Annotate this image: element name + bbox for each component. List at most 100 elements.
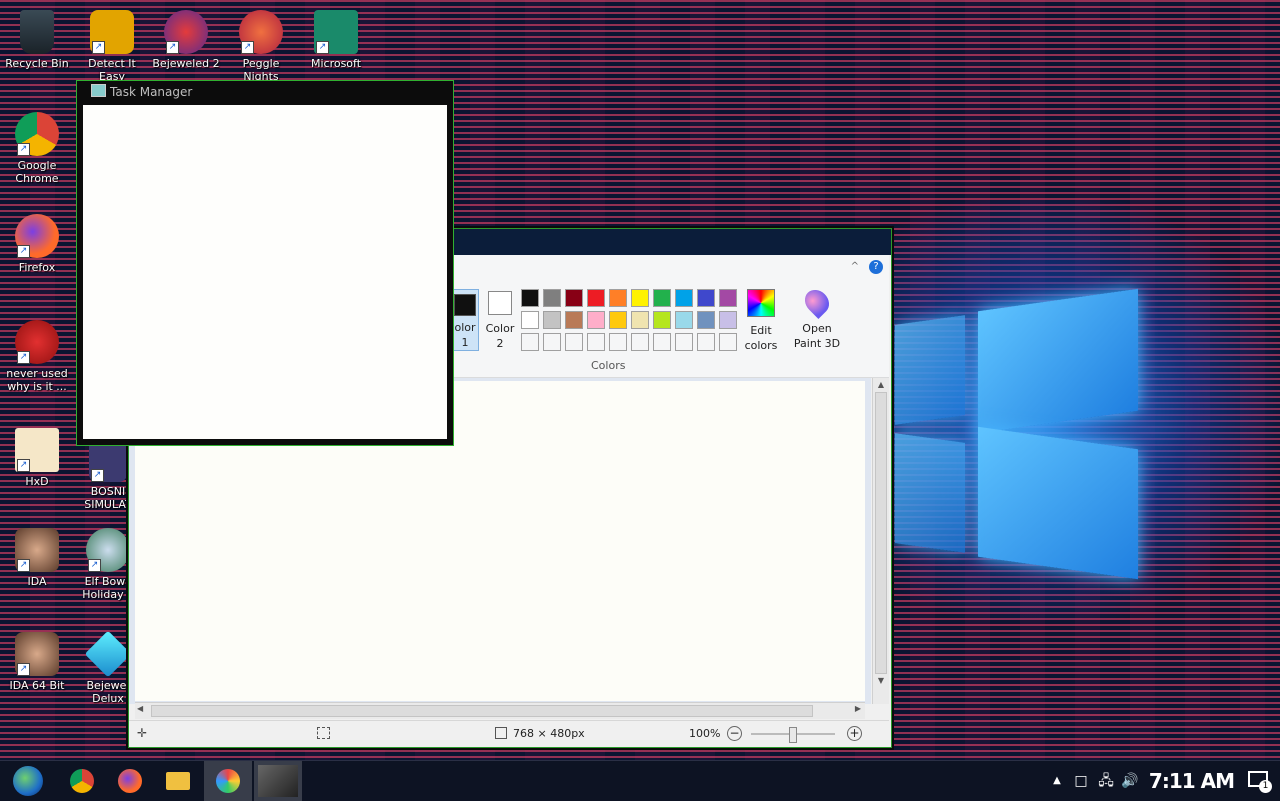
palette-swatch[interactable] xyxy=(543,311,561,329)
folder-icon xyxy=(166,772,190,790)
taskbar-chrome[interactable] xyxy=(58,761,106,801)
scroll-up-arrow-icon[interactable]: ▲ xyxy=(873,378,889,392)
taskbar-firefox[interactable] xyxy=(106,761,154,801)
taskbar-clock[interactable]: 7:11 AM xyxy=(1149,761,1235,801)
shortcut-arrow-icon: ↗ xyxy=(316,41,329,54)
palette-swatch[interactable] xyxy=(675,333,693,351)
taskbar-file-explorer[interactable] xyxy=(154,761,202,801)
palette-swatch[interactable] xyxy=(521,289,539,307)
palette-swatch[interactable] xyxy=(719,333,737,351)
palette-swatch[interactable] xyxy=(697,333,715,351)
palette-swatch[interactable] xyxy=(609,333,627,351)
horizontal-scroll-thumb[interactable] xyxy=(151,705,813,717)
desktop-icon-label: Google Chrome xyxy=(15,159,59,185)
desktop-icon-firefox[interactable]: ↗ Firefox xyxy=(3,214,71,274)
network-icon[interactable]: 🖧 xyxy=(1096,761,1116,801)
color1-button[interactable]: olor 1 xyxy=(451,289,479,351)
firefox-icon: ↗ xyxy=(15,214,59,258)
desktop-icon-ida[interactable]: ↗ IDA xyxy=(3,528,71,588)
task-manager-window[interactable]: Task Manager xyxy=(76,80,454,446)
desktop-icon-label: HxD xyxy=(25,475,49,488)
peggle-nights-icon: ↗ xyxy=(239,10,283,54)
zoom-slider-thumb[interactable] xyxy=(789,727,797,743)
taskbar-task-manager[interactable] xyxy=(254,761,302,801)
color2-button[interactable]: Color 2 xyxy=(481,289,519,359)
desktop-icon-microsoft[interactable]: ↗ Microsoft xyxy=(302,10,370,70)
shortcut-arrow-icon: ↗ xyxy=(17,663,30,676)
horizontal-scrollbar[interactable]: ◀ ▶ xyxy=(135,702,865,719)
palette-swatch[interactable] xyxy=(653,311,671,329)
bejeweled-2-icon: ↗ xyxy=(164,10,208,54)
zoom-out-icon[interactable]: − xyxy=(727,726,742,741)
palette-swatch[interactable] xyxy=(543,289,561,307)
wallpaper-logo-pane xyxy=(978,288,1138,434)
color1-swatch xyxy=(454,294,476,316)
scroll-right-arrow-icon[interactable]: ▶ xyxy=(855,704,861,713)
palette-swatch[interactable] xyxy=(587,289,605,307)
palette-swatch[interactable] xyxy=(631,333,649,351)
shortcut-arrow-icon: ↗ xyxy=(17,245,30,258)
paint-icon xyxy=(216,769,240,793)
shortcut-arrow-icon: ↗ xyxy=(17,143,30,156)
palette-swatch[interactable] xyxy=(565,333,583,351)
task-manager-title-bar[interactable]: Task Manager xyxy=(91,83,192,101)
desktop-icon-detect-it-easy[interactable]: ↗ Detect It Easy xyxy=(78,10,146,83)
palette-swatch[interactable] xyxy=(565,289,583,307)
elf-bowling-icon: ↗ xyxy=(86,528,130,572)
scroll-down-arrow-icon[interactable]: ▼ xyxy=(873,674,889,688)
ribbon-collapse-icon[interactable]: ^ xyxy=(851,261,859,272)
shortcut-arrow-icon: ↗ xyxy=(17,559,30,572)
desktop-icon-bejeweled-2[interactable]: ↗ Bejeweled 2 xyxy=(152,10,220,70)
desktop-icon-ida-64[interactable]: ↗ IDA 64 Bit xyxy=(3,632,71,692)
palette-swatch[interactable] xyxy=(675,289,693,307)
notification-count-badge: 1 xyxy=(1259,780,1272,793)
vertical-scroll-thumb[interactable] xyxy=(875,392,887,674)
zoom-slider[interactable] xyxy=(751,727,835,743)
open-paint3d-label: Open Paint 3D xyxy=(793,322,841,350)
palette-swatch[interactable] xyxy=(719,289,737,307)
palette-swatch[interactable] xyxy=(719,311,737,329)
palette-swatch[interactable] xyxy=(697,289,715,307)
palette-swatch[interactable] xyxy=(675,311,693,329)
desktop-icon-label: IDA 64 Bit xyxy=(9,679,65,692)
palette-swatch[interactable] xyxy=(609,311,627,329)
canvas-dimensions: 768 × 480px xyxy=(513,727,585,740)
palette-swatch[interactable] xyxy=(631,289,649,307)
palette-swatch[interactable] xyxy=(697,311,715,329)
vertical-scrollbar[interactable]: ▲ ▼ xyxy=(872,378,889,704)
palette-swatch[interactable] xyxy=(653,333,671,351)
desktop-icon-label: Elf Bowli Holiday P xyxy=(82,575,134,601)
volume-icon[interactable]: 🔊 xyxy=(1120,761,1140,801)
help-icon[interactable]: ? xyxy=(869,260,883,274)
desktop-icon-hxd[interactable]: ↗ HxD xyxy=(3,428,71,488)
taskbar-paint[interactable] xyxy=(204,761,252,801)
tray-app-icon[interactable]: □ xyxy=(1072,761,1090,801)
palette-swatch[interactable] xyxy=(543,333,561,351)
desktop-icon-recycle-bin[interactable]: Recycle Bin xyxy=(3,10,71,70)
show-hidden-icons-chevron-icon[interactable]: ▲ xyxy=(1050,761,1064,801)
palette-swatch[interactable] xyxy=(609,289,627,307)
palette-swatch[interactable] xyxy=(521,311,539,329)
notifications-button[interactable]: 1 xyxy=(1246,769,1272,793)
zoom-level: 100% xyxy=(689,727,721,740)
desktop-icon-peggle-nights[interactable]: ↗ Peggle Nights xyxy=(227,10,295,83)
open-paint3d-button[interactable]: Open Paint 3D xyxy=(791,285,843,351)
start-button[interactable] xyxy=(4,761,52,801)
palette-swatch[interactable] xyxy=(565,311,583,329)
desktop-icon-google-chrome[interactable]: ↗ Google Chrome xyxy=(3,112,71,185)
palette-swatch[interactable] xyxy=(631,311,649,329)
color2-label: Color 2 xyxy=(485,322,515,350)
selection-size-icon xyxy=(317,727,330,739)
edit-colors-button[interactable]: Edit colors xyxy=(741,289,781,353)
scroll-left-arrow-icon[interactable]: ◀ xyxy=(137,704,143,713)
palette-swatch[interactable] xyxy=(587,311,605,329)
zoom-in-icon[interactable]: + xyxy=(847,726,862,741)
colors-group-label: Colors xyxy=(591,359,626,372)
shortcut-arrow-icon: ↗ xyxy=(166,41,179,54)
palette-swatch[interactable] xyxy=(521,333,539,351)
dev-cpp-icon: ↗ xyxy=(15,320,59,364)
palette-swatch[interactable] xyxy=(587,333,605,351)
taskbar: ▲ □ 🖧 🔊 7:11 AM 1 xyxy=(0,760,1280,801)
desktop-icon-dev-cpp[interactable]: ↗ never used why is it ... xyxy=(3,320,71,393)
palette-swatch[interactable] xyxy=(653,289,671,307)
